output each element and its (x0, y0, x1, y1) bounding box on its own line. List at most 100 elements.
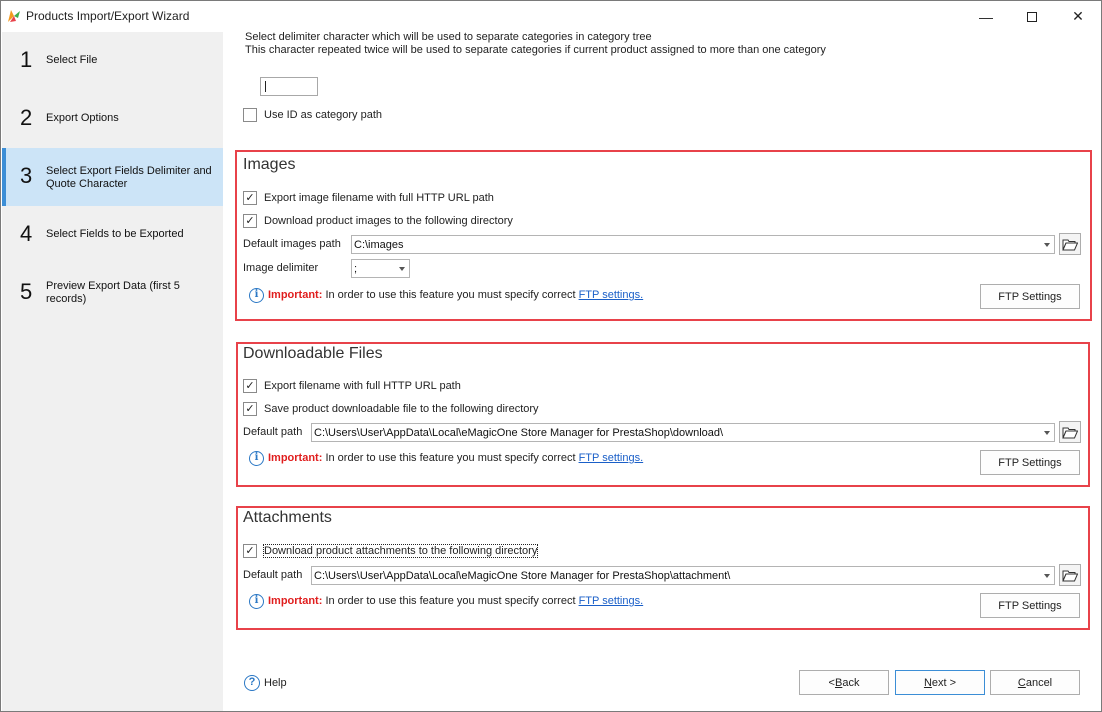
attachments-path-value: C:\Users\User\AppData\Local\eMagicOne St… (314, 570, 731, 582)
downloadable-ftp-note: Important: In order to use this feature … (268, 452, 643, 464)
important-label: Important: (268, 595, 323, 607)
app-logo-icon (8, 10, 20, 22)
step-label: Export Options (46, 112, 119, 124)
download-images-label[interactable]: Download product images to the following… (264, 215, 513, 227)
cancel-label: ancel (1025, 676, 1053, 689)
images-ftp-settings-button[interactable]: FTP Settings (980, 284, 1080, 309)
save-downloadable-checkbox[interactable]: ✓ (243, 402, 257, 416)
downloadable-files-group: Downloadable Files ✓ Export filename wit… (236, 342, 1090, 487)
attachments-group: Attachments ✓ Download product attachmen… (236, 506, 1090, 630)
ftp-settings-link[interactable]: FTP settings. (579, 289, 644, 301)
step-select-fields[interactable]: 4 Select Fields to be Exported (2, 206, 223, 264)
images-path-value: C:\images (354, 239, 404, 251)
checkmark-icon: ✓ (245, 545, 255, 557)
attachments-ftp-note: Important: In order to use this feature … (268, 595, 643, 607)
downloadable-path-value: C:\Users\User\AppData\Local\eMagicOne St… (314, 427, 724, 439)
chevron-down-icon (1044, 574, 1050, 578)
minimize-button[interactable]: — (963, 1, 1009, 32)
image-delimiter-combo[interactable]: ; (351, 259, 410, 278)
wizard-steps-sidebar: 1 Select File 2 Export Options 3 Select … (2, 32, 223, 711)
step-number: 2 (20, 105, 33, 130)
ftp-note-text: In order to use this feature you must sp… (322, 595, 579, 607)
info-icon: i (249, 594, 264, 609)
wizard-window: Products Import/Export Wizard — ✕ 1 Sele… (0, 0, 1102, 712)
downloadable-ftp-settings-button[interactable]: FTP Settings (980, 450, 1080, 475)
attachments-ftp-settings-button[interactable]: FTP Settings (980, 593, 1080, 618)
downloadable-files-group-title: Downloadable Files (243, 345, 383, 362)
folder-open-icon (1062, 427, 1078, 438)
download-attachments-label[interactable]: Download product attachments to the foll… (262, 544, 539, 558)
download-attachments-checkbox[interactable]: ✓ (243, 544, 257, 558)
image-delimiter-value: ; (354, 263, 358, 275)
images-group: Images ✓ Export image filename with full… (235, 150, 1092, 321)
category-delimiter-description-2: This character repeated twice will be us… (245, 44, 826, 56)
step-number: 5 (20, 279, 33, 304)
chevron-down-icon (1044, 431, 1050, 435)
chevron-down-icon (1044, 243, 1050, 247)
window-title: Products Import/Export Wizard (26, 9, 190, 23)
use-id-category-path-label[interactable]: Use ID as category path (264, 109, 382, 121)
back-label: ack (842, 676, 860, 689)
ftp-note-text: In order to use this feature you must sp… (322, 289, 579, 301)
images-path-combo[interactable]: C:\images (351, 235, 1055, 254)
download-images-checkbox[interactable]: ✓ (243, 214, 257, 228)
step-number: 4 (20, 221, 33, 246)
step-delimiter-quote[interactable]: 3 Select Export Fields Delimiter and Quo… (2, 148, 223, 206)
step-preview-export[interactable]: 5 Preview Export Data (first 5 records) (2, 264, 223, 322)
export-image-full-url-label[interactable]: Export image filename with full HTTP URL… (264, 192, 494, 204)
use-id-category-path-checkbox[interactable] (243, 108, 257, 122)
title-bar: Products Import/Export Wizard — ✕ (1, 1, 1101, 32)
step-number: 3 (20, 163, 33, 188)
step-label: Select Export Fields Delimiter and Quote… (46, 165, 212, 190)
downloadable-path-combo[interactable]: C:\Users\User\AppData\Local\eMagicOne St… (311, 423, 1055, 442)
save-downloadable-label[interactable]: Save product downloadable file to the fo… (264, 403, 539, 415)
images-ftp-note: Important: In order to use this feature … (268, 289, 643, 301)
maximize-icon (1027, 11, 1037, 22)
images-path-label: Default images path (243, 238, 341, 250)
help-icon[interactable]: ? (244, 675, 260, 691)
step-number: 1 (20, 47, 33, 72)
export-image-full-url-checkbox[interactable]: ✓ (243, 191, 257, 205)
maximize-button[interactable] (1009, 1, 1055, 32)
step-export-options[interactable]: 2 Export Options (2, 90, 223, 148)
back-accelerator: B (834, 676, 843, 689)
close-button[interactable]: ✕ (1055, 1, 1101, 32)
cancel-button[interactable]: Cancel (990, 670, 1080, 695)
next-accelerator: N (923, 676, 932, 689)
cancel-accelerator: C (1017, 676, 1026, 689)
back-button[interactable]: < Back (799, 670, 889, 695)
next-label: ext > (931, 676, 957, 689)
step-select-file[interactable]: 1 Select File (2, 32, 223, 90)
folder-open-icon (1062, 570, 1078, 581)
info-icon: i (249, 288, 264, 303)
export-file-full-url-label[interactable]: Export filename with full HTTP URL path (264, 380, 461, 392)
images-browse-button[interactable] (1059, 233, 1081, 255)
help-link[interactable]: Help (264, 677, 287, 689)
text-caret (265, 81, 266, 92)
minimize-icon: — (979, 8, 993, 25)
category-delimiter-input[interactable] (260, 77, 318, 96)
folder-open-icon (1062, 239, 1078, 250)
attachments-browse-button[interactable] (1059, 564, 1081, 586)
next-button[interactable]: Next > (895, 670, 985, 695)
important-label: Important: (268, 289, 323, 301)
checkmark-icon: ✓ (245, 403, 255, 415)
step-label: Select File (46, 54, 98, 66)
important-label: Important: (268, 452, 323, 464)
checkmark-icon: ✓ (245, 192, 255, 204)
close-icon: ✕ (1072, 8, 1084, 24)
ftp-settings-link[interactable]: FTP settings. (579, 452, 644, 464)
attachments-path-combo[interactable]: C:\Users\User\AppData\Local\eMagicOne St… (311, 566, 1055, 585)
image-delimiter-label: Image delimiter (243, 262, 319, 274)
downloadable-browse-button[interactable] (1059, 421, 1081, 443)
attachments-path-label: Default path (243, 569, 303, 581)
checkmark-icon: ✓ (245, 380, 255, 392)
export-file-full-url-checkbox[interactable]: ✓ (243, 379, 257, 393)
info-icon: i (249, 451, 264, 466)
ftp-note-text: In order to use this feature you must sp… (322, 452, 579, 464)
downloadable-path-label: Default path (243, 426, 303, 438)
images-group-title: Images (243, 156, 296, 173)
chevron-down-icon (399, 267, 405, 271)
attachments-group-title: Attachments (243, 509, 332, 526)
ftp-settings-link[interactable]: FTP settings. (579, 595, 644, 607)
